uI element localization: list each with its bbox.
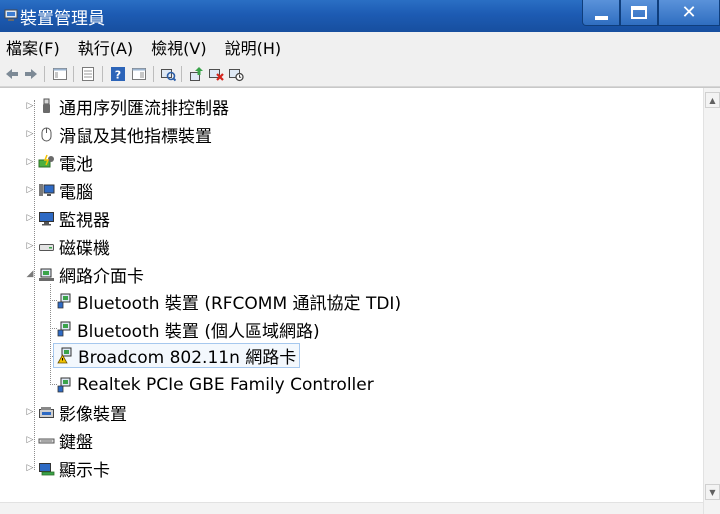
network-adapter-icon: [57, 377, 71, 392]
maximize-button[interactable]: [620, 0, 658, 26]
expand-arrow-icon[interactable]: ▷: [25, 463, 35, 473]
tree-item-label: 磁碟機: [59, 238, 110, 259]
show-hide-console-tree-icon[interactable]: [52, 66, 68, 82]
menu-help[interactable]: 說明(H): [223, 35, 284, 59]
tree-item-broadcom-selected[interactable]: Broadcom 802.11n 網路卡: [53, 343, 301, 368]
battery-icon: [38, 154, 54, 167]
tree-item-usb-controllers[interactable]: 通用序列匯流排控制器: [38, 93, 229, 119]
toolbar-separator: [181, 66, 182, 82]
svg-text:?: ?: [115, 69, 121, 82]
menu-action[interactable]: 執行(A): [76, 35, 135, 59]
window-title: 裝置管理員: [20, 9, 105, 29]
scan-hardware-icon[interactable]: [160, 66, 176, 82]
network-adapter-icon: [39, 268, 54, 281]
help-icon[interactable]: ?: [110, 66, 126, 82]
toolbar-separator: [153, 66, 154, 82]
tree-item-label: 滑鼠及其他指標裝置: [59, 126, 212, 147]
tree-item-computer[interactable]: 電腦: [38, 177, 93, 203]
tree-item-mice[interactable]: 滑鼠及其他指標裝置: [38, 121, 212, 147]
tree-item-keyboards[interactable]: 鍵盤: [38, 427, 93, 453]
monitor-icon: [39, 211, 54, 225]
tree-item-label: 監視器: [59, 210, 110, 231]
tree-item-batteries[interactable]: 電池: [38, 149, 93, 175]
tree-item-disk-drives[interactable]: 磁碟機: [38, 233, 110, 259]
collapse-arrow-icon[interactable]: ◢: [25, 269, 35, 279]
toolbar-separator: [102, 66, 103, 82]
scroll-down-arrow-icon[interactable]: ▼: [705, 484, 720, 500]
network-adapter-icon: [57, 293, 71, 308]
disable-device-icon[interactable]: [228, 66, 244, 82]
usb-icon: [43, 98, 50, 113]
horizontal-scrollbar[interactable]: [0, 502, 703, 514]
tree-item-label: 電腦: [59, 182, 93, 203]
tree-item-imaging-devices[interactable]: 影像裝置: [38, 399, 127, 425]
tree-item-network-adapters[interactable]: 網路介面卡: [38, 261, 144, 287]
update-driver-icon[interactable]: [188, 66, 204, 82]
maximize-icon: [631, 6, 647, 19]
expand-arrow-icon[interactable]: ▷: [25, 407, 35, 417]
expand-arrow-icon[interactable]: ▷: [25, 157, 35, 167]
expand-arrow-icon[interactable]: ▷: [25, 241, 35, 251]
menu-bar: 檔案(F) 執行(A) 檢視(V) 說明(H): [0, 32, 720, 62]
tree-item-label: 網路介面卡: [59, 266, 144, 287]
expand-arrow-icon[interactable]: ▷: [25, 129, 35, 139]
forward-arrow-icon[interactable]: [23, 66, 39, 82]
tree-item-label: 電池: [59, 154, 93, 175]
menu-view[interactable]: 檢視(V): [149, 35, 208, 59]
expand-arrow-icon[interactable]: ▷: [25, 101, 35, 111]
tree-item-label: 鍵盤: [59, 432, 93, 453]
uninstall-device-icon[interactable]: [208, 66, 224, 82]
vertical-scrollbar[interactable]: ▲ ▼: [703, 88, 720, 514]
title-bar: 裝置管理員 ✕: [0, 0, 720, 32]
tree-item-label: Bluetooth 裝置 (個人區域網路): [77, 321, 320, 342]
tree-item-label: Bluetooth 裝置 (RFCOMM 通訊協定 TDI): [77, 293, 402, 314]
tree-item-bluetooth-rfcomm[interactable]: Bluetooth 裝置 (RFCOMM 通訊協定 TDI): [56, 288, 401, 314]
tree-item-display-adapters[interactable]: 顯示卡: [38, 455, 110, 481]
properties-icon[interactable]: [80, 66, 96, 82]
tree-item-label: Realtek PCIe GBE Family Controller: [77, 375, 374, 395]
minimize-icon: [594, 15, 608, 20]
mouse-icon: [41, 127, 52, 141]
tree-item-label: 通用序列匯流排控制器: [59, 98, 229, 119]
display-adapter-icon: [39, 462, 55, 475]
tree-item-label: Broadcom 802.11n 網路卡: [78, 348, 297, 368]
scroll-up-arrow-icon[interactable]: ▲: [705, 92, 720, 108]
expand-arrow-icon[interactable]: ▷: [25, 185, 35, 195]
computer-icon: [39, 183, 55, 196]
keyboard-icon: [38, 438, 55, 443]
tree-item-label: 影像裝置: [59, 404, 127, 425]
close-button[interactable]: ✕: [658, 0, 720, 26]
toolbar: ?: [0, 62, 720, 87]
toolbar-separator: [44, 66, 45, 82]
tree-item-realtek[interactable]: Realtek PCIe GBE Family Controller: [56, 372, 374, 398]
device-manager-icon: [4, 9, 18, 21]
toolbar-separator: [73, 66, 74, 82]
back-arrow-icon[interactable]: [4, 66, 20, 82]
action-pane-icon[interactable]: [131, 66, 147, 82]
expand-arrow-icon[interactable]: ▷: [25, 435, 35, 445]
tree-item-label: 顯示卡: [59, 460, 110, 481]
menu-file[interactable]: 檔案(F): [4, 35, 62, 59]
disk-drive-icon: [39, 243, 54, 251]
imaging-device-icon: [39, 406, 54, 418]
expand-arrow-icon[interactable]: ▷: [25, 213, 35, 223]
close-icon: ✕: [681, 1, 697, 23]
network-adapter-icon: [57, 321, 71, 336]
tree-item-bluetooth-pan[interactable]: Bluetooth 裝置 (個人區域網路): [56, 316, 320, 342]
minimize-button[interactable]: [582, 0, 620, 26]
tree-item-monitors[interactable]: 監視器: [38, 205, 110, 231]
network-adapter-warning-icon: [57, 347, 72, 364]
